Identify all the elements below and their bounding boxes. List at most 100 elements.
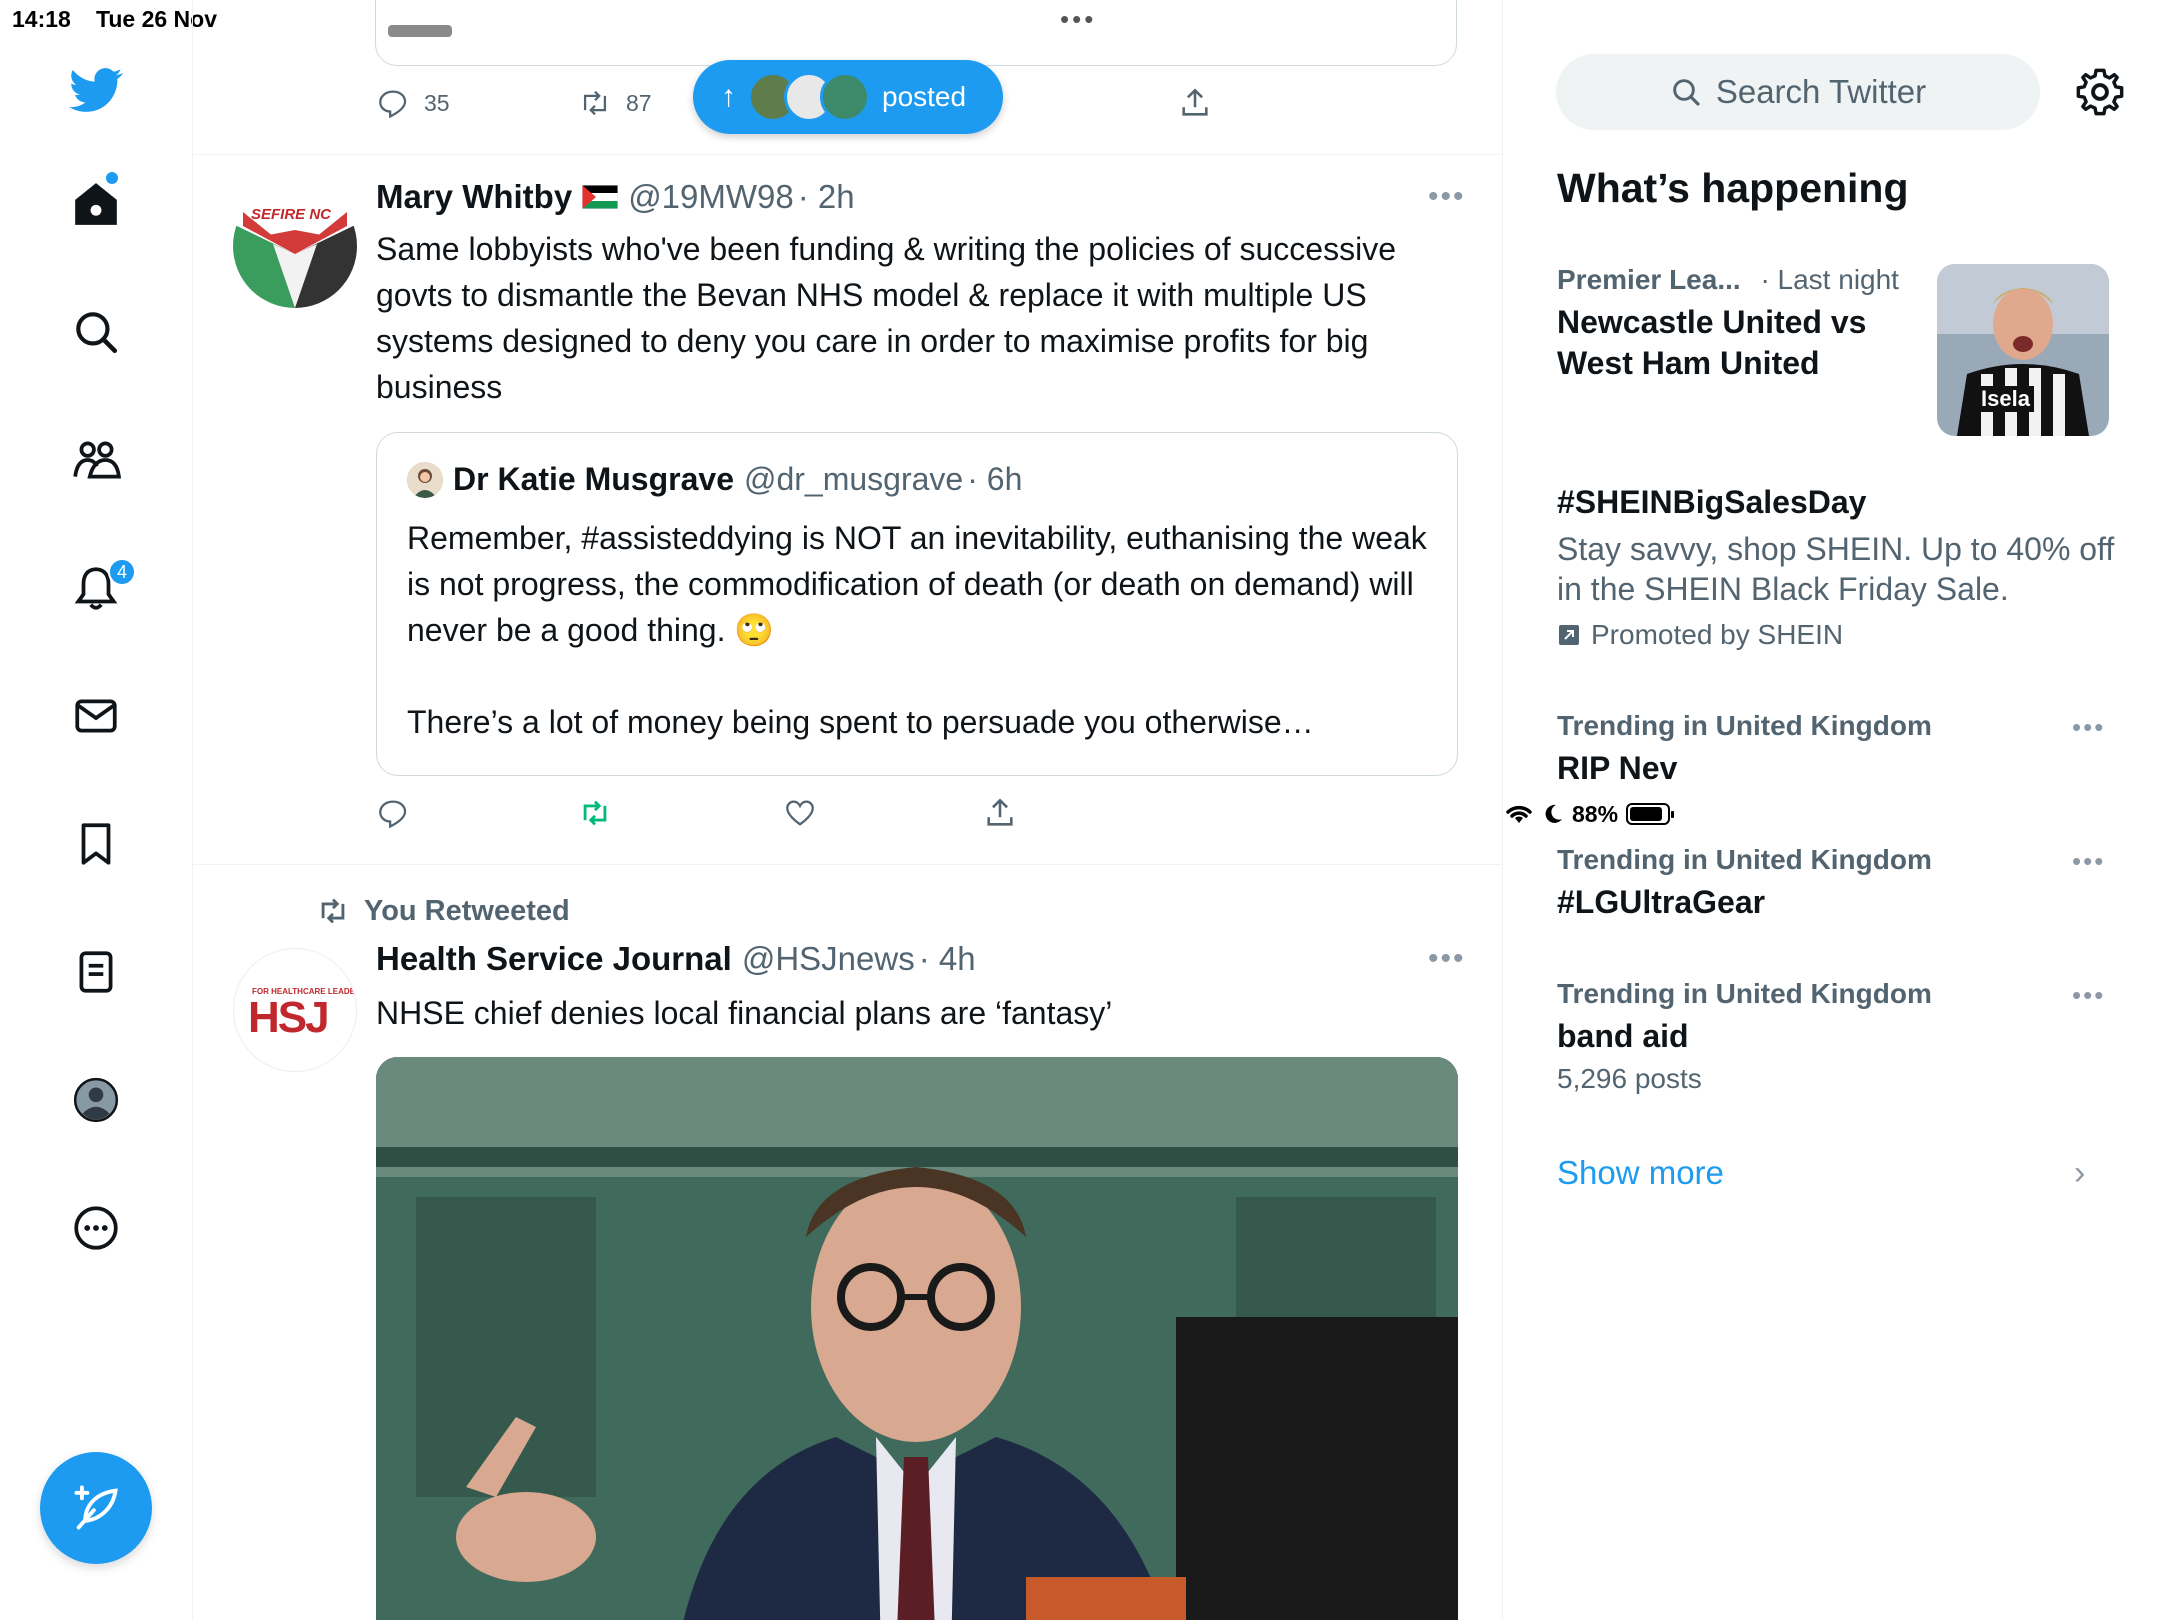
reply-button[interactable]: 35 [376,86,450,120]
trend-title: #SHEINBigSalesDay [1557,484,1867,520]
retweet-icon [583,800,607,826]
search-placeholder: Search Twitter [1715,73,1927,110]
mary-whitby-avatar[interactable]: SEFIRE NC [233,184,357,308]
retweet-small-icon [321,898,345,924]
author-handle[interactable]: @HSJnews [742,940,915,978]
heart-icon [786,800,814,826]
retweet-context-label: You Retweeted [364,894,570,927]
trend-category: Premier Lea... [1557,264,1741,295]
quoted-text-paragraph-1: Remember, #assisteddying is NOT an inevi… [407,520,1427,648]
communities-icon[interactable] [66,430,126,490]
trend-more-button[interactable]: ••• [2072,846,2105,877]
divider [193,154,1502,155]
quoted-author-name: Dr Katie Musgrave [453,461,734,497]
timeline[interactable]: 35 87 ↑ posted SEFIRE NC Mary Whitby @19… [193,0,1503,1620]
settings-gear-icon[interactable] [2074,66,2126,118]
hsj-logo: HSJ [248,993,330,1042]
trend-item[interactable]: Trending in United Kingdom #LGUltraGear [1557,844,2117,923]
new-posts-pill[interactable]: ↑ posted [693,60,1003,134]
retweet-button[interactable]: 87 [578,86,652,120]
retweet-count: 87 [626,89,652,116]
reply-button[interactable] [376,796,410,830]
tweet-time[interactable]: · 2h [798,178,855,216]
messages-envelope-icon[interactable] [66,686,126,746]
right-sidebar: Search Twitter What’s happening Premier … [1504,0,2160,1620]
card-bar [388,25,452,37]
search-input[interactable]: Search Twitter [1556,54,2040,130]
tweet-text: Same lobbyists who've been funding & wri… [376,231,1396,405]
trend-title: band aid [1557,1018,1689,1054]
retweet-context: You Retweeted [316,894,570,928]
promoted-by: Promoted by SHEIN [1591,619,1844,650]
trend-title: #LGUltraGear [1557,884,1766,920]
home-unread-dot [106,172,118,184]
reply-count: 35 [424,89,450,116]
author-name[interactable]: Mary Whitby [376,178,572,216]
quoted-tweet-time: · 6h [967,461,1023,497]
left-nav: 4 [0,0,193,1620]
quoted-author-handle: @dr_musgrave [743,461,964,497]
palestine-flag-icon [582,185,619,209]
chevron-right-icon: › [2074,1154,2086,1192]
thumb-shirt-text: Isela [1977,386,2034,412]
previous-tweet-card[interactable] [375,0,1457,66]
trend-item[interactable]: Trending in United Kingdom band aid 5,29… [1557,978,2117,1095]
share-icon [987,798,1013,826]
profile-avatar-icon[interactable] [66,1070,126,1130]
divider [193,864,1502,865]
avatar-text: SEFIRE NC [251,206,332,223]
tweet-text: NHSE chief denies local financial plans … [376,995,1113,1031]
trend-item[interactable]: Trending in United Kingdom RIP Nev [1557,710,2117,789]
arrow-up-icon: ↑ [721,80,736,113]
twitter-logo-icon[interactable] [66,60,126,120]
trend-thumbnail[interactable]: Isela [1937,264,2109,436]
quoted-tweet-header: Dr Katie Musgrave @dr_musgrave · 6h [407,461,1022,498]
like-button[interactable] [783,796,817,830]
compose-feather-icon [74,1485,118,1530]
retweet-icon [583,90,607,116]
quoted-tweet-text: Remember, #assisteddying is NOT an inevi… [407,515,1437,745]
lists-icon[interactable] [66,942,126,1002]
promoted-trend-item[interactable]: #SHEINBigSalesDay Stay savvy, shop SHEIN… [1557,482,2117,651]
posted-label: posted [882,81,967,112]
hsj-avatar[interactable]: FOR HEALTHCARE LEADERS HSJ [233,948,357,1072]
tweet-header: Mary Whitby @19MW98 · 2h [376,178,855,216]
author-name[interactable]: Health Service Journal [376,940,732,978]
search-icon[interactable] [66,302,126,362]
trend-item[interactable]: Premier Lea... · Last night Newcastle Un… [1557,264,1937,384]
more-options-icon[interactable] [66,1198,126,1258]
trend-meta: Trending in United Kingdom [1557,844,1932,875]
katie-musgrave-avatar [407,461,443,498]
promoted-icon [1559,625,1579,645]
pill-avatars [748,72,870,122]
tweet-more-button[interactable]: ••• [1428,942,1466,976]
whats-happening-title: What’s happening [1557,165,1909,211]
share-button[interactable] [983,796,1017,830]
trend-meta: Trending in United Kingdom [1557,978,1932,1009]
share-button[interactable] [1178,86,1212,120]
trend-post-count: 5,296 posts [1557,1063,1702,1094]
trend-more-button[interactable]: ••• [2072,712,2105,743]
show-more-link[interactable]: Show more [1557,1154,1724,1192]
retweet-button-active[interactable] [578,796,612,830]
promoted-label-row: Promoted by SHEIN [1557,619,2117,651]
tweet-more-button[interactable]: ••• [1428,180,1466,214]
tweet-header: Health Service Journal @HSJnews · 4h [376,940,976,978]
quoted-text-paragraph-2: There’s a lot of money being spent to pe… [407,704,1314,740]
trend-title: Newcastle United vs West Ham United [1557,304,1867,381]
author-handle[interactable]: @19MW98 [628,178,794,216]
tweet-time[interactable]: · 4h [919,940,976,978]
trend-more-button[interactable]: ••• [2072,980,2105,1011]
trend-meta: Premier Lea... · Last night [1557,264,1937,296]
search-icon [1673,79,1700,106]
compose-tweet-button[interactable] [40,1452,152,1564]
reply-icon [379,90,407,119]
quoted-tweet[interactable]: Dr Katie Musgrave @dr_musgrave · 6h Reme… [376,432,1458,776]
tweet-media-photo[interactable] [376,1057,1458,1620]
home-icon[interactable] [66,174,126,234]
notifications-badge: 4 [108,558,136,586]
trend-title: RIP Nev [1557,750,1678,786]
bookmarks-icon[interactable] [66,814,126,874]
trend-meta: Trending in United Kingdom [1557,710,1932,741]
